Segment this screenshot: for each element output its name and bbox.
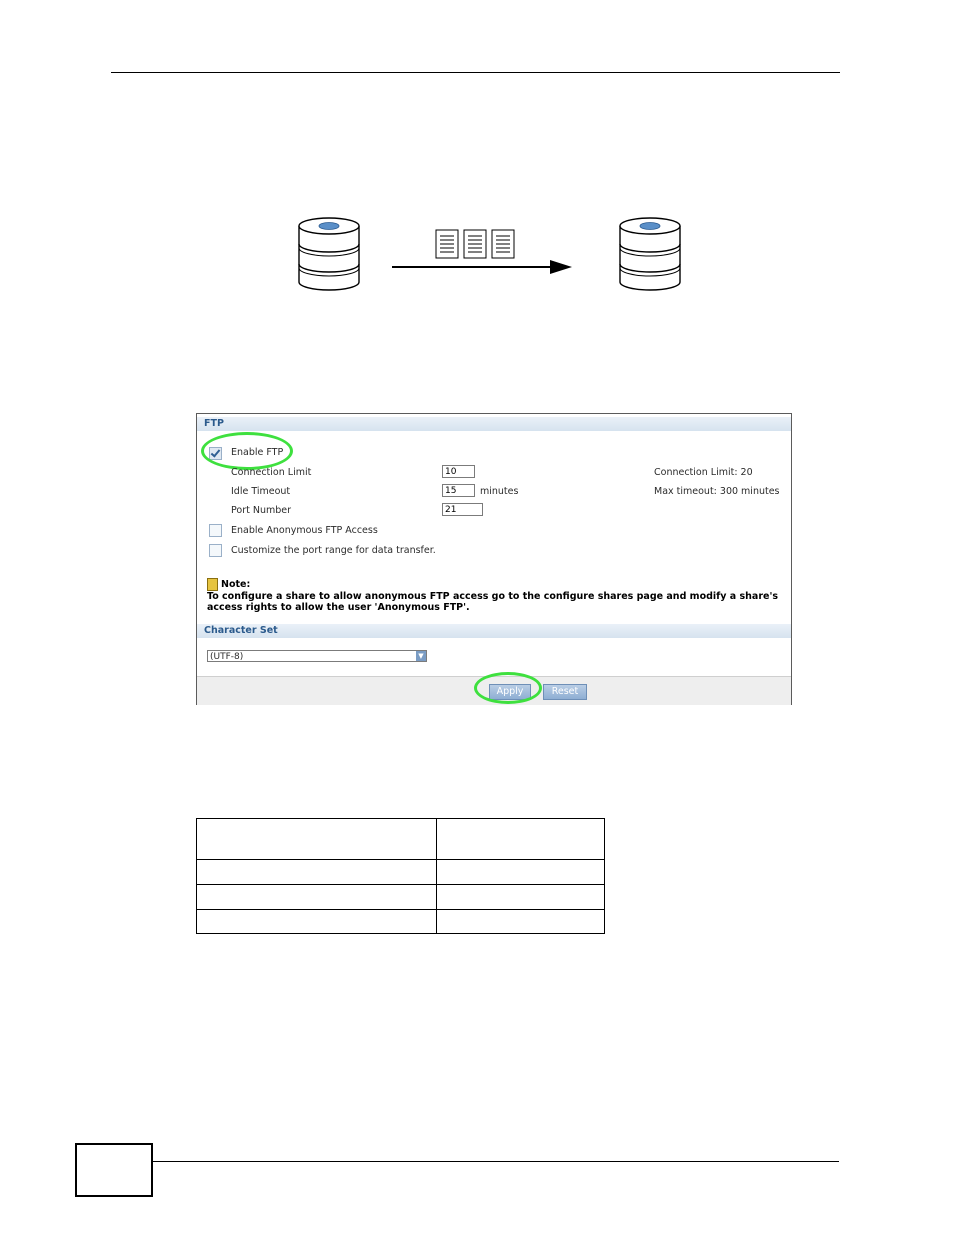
chevron-down-icon[interactable]: ▼ xyxy=(416,651,426,661)
replication-diagram xyxy=(296,212,586,292)
idle-timeout-input[interactable]: 15 xyxy=(442,484,475,497)
blank-table xyxy=(196,818,605,934)
source-server-icon xyxy=(298,217,572,291)
charset-section-title: Character Set xyxy=(204,625,278,636)
database-server-icon xyxy=(619,217,681,291)
documents-icon xyxy=(435,229,515,259)
port-range-label: Customize the port range for data transf… xyxy=(231,545,436,556)
arrow-right-icon xyxy=(392,260,572,274)
connection-limit-hint: Connection Limit: 20 xyxy=(654,467,753,478)
idle-timeout-unit: minutes xyxy=(480,486,519,497)
table-cell xyxy=(436,818,605,860)
idle-timeout-label: Idle Timeout xyxy=(231,486,291,497)
ftp-settings-panel: FTP Enable FTP Connection Limit 10 Conne… xyxy=(196,413,792,705)
table-row xyxy=(196,909,605,934)
connection-limit-input[interactable]: 10 xyxy=(442,465,475,478)
table-cell xyxy=(436,909,605,934)
port-range-checkbox[interactable] xyxy=(209,544,222,557)
anonymous-ftp-checkbox[interactable] xyxy=(209,524,222,537)
charset-select[interactable]: (UTF-8) ▼ xyxy=(207,650,427,662)
page-number-box xyxy=(75,1143,153,1197)
charset-section-header: Character Set xyxy=(197,624,791,638)
table-cell xyxy=(436,884,605,910)
port-number-input[interactable]: 21 xyxy=(442,503,483,516)
table-row xyxy=(196,884,605,910)
table-cell xyxy=(436,859,605,885)
ftp-section-title: FTP xyxy=(204,418,224,429)
footer-rule xyxy=(151,1161,839,1162)
note-line-1: To configure a share to allow anonymous … xyxy=(207,591,779,602)
reset-button[interactable]: Reset xyxy=(543,684,587,700)
table-cell xyxy=(196,909,437,934)
max-timeout-hint: Max timeout: 300 minutes xyxy=(654,486,780,497)
highlight-ring xyxy=(201,432,293,470)
port-number-label: Port Number xyxy=(231,505,292,516)
highlight-ring xyxy=(474,672,542,704)
table-row xyxy=(196,818,605,860)
table-cell xyxy=(196,818,437,860)
connection-limit-label: Connection Limit xyxy=(231,467,312,478)
anonymous-ftp-label: Enable Anonymous FTP Access xyxy=(231,525,378,536)
ftp-section-header: FTP xyxy=(197,417,791,431)
note-line-2: access rights to allow the user 'Anonymo… xyxy=(207,602,470,613)
note-icon xyxy=(207,578,218,591)
target-server xyxy=(617,212,683,292)
table-cell xyxy=(196,884,437,910)
table-row xyxy=(196,859,605,885)
database-server-icon xyxy=(298,217,360,291)
table-cell xyxy=(196,859,437,885)
header-rule xyxy=(111,72,840,73)
note-title: Note: xyxy=(221,579,251,590)
charset-select-value: (UTF-8) xyxy=(210,652,244,662)
